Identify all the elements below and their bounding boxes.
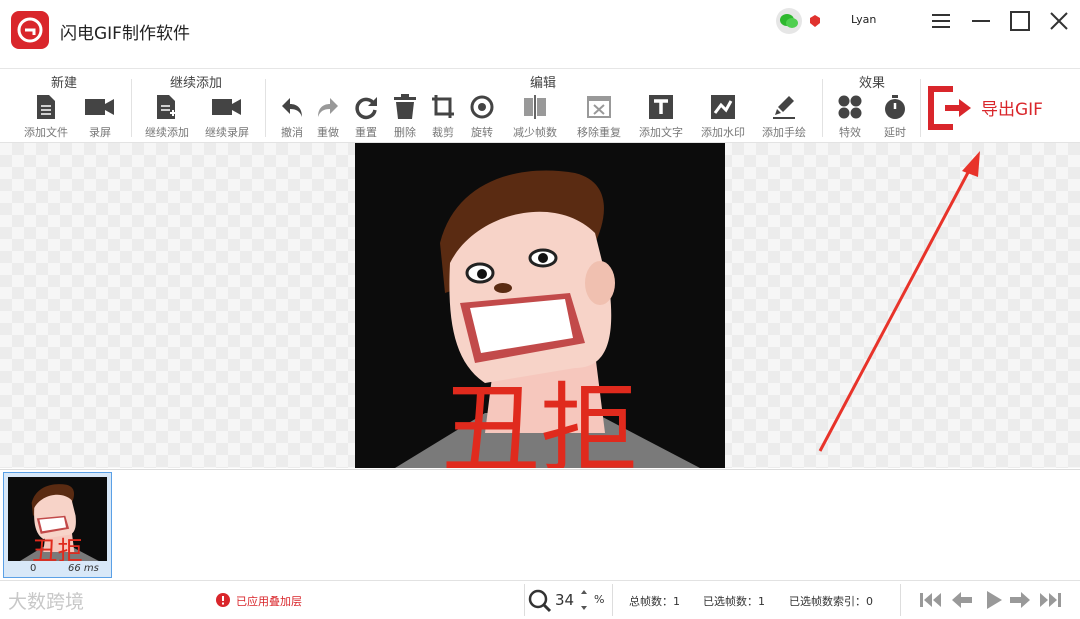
thumbnail-overlay-text: 丑拒 bbox=[32, 536, 83, 561]
next-frame-icon[interactable] bbox=[1009, 591, 1031, 609]
add-watermark-label: 添加水印 bbox=[701, 126, 745, 139]
reduce-frames-label: 减少帧数 bbox=[513, 126, 557, 139]
export-icon bbox=[928, 86, 971, 130]
rotate-label: 旋转 bbox=[471, 126, 493, 139]
add-watermark-button[interactable]: 添加水印 bbox=[693, 94, 753, 140]
remove-duplicate-label: 移除重复 bbox=[577, 126, 621, 139]
export-gif-button[interactable]: 导出GIF bbox=[925, 85, 1065, 131]
close-icon[interactable] bbox=[1048, 10, 1070, 32]
add-file-button[interactable]: 添加文件 bbox=[16, 94, 76, 140]
zoom-value[interactable]: 34 bbox=[555, 591, 574, 609]
watermark-icon bbox=[711, 95, 735, 119]
status-bar: 大数跨境 已应用叠加层 34 % 总帧数：1 已选帧数：1 已选帧数索引：0 bbox=[0, 580, 1080, 619]
add-file-icon bbox=[157, 95, 176, 119]
rotate-icon bbox=[470, 95, 494, 119]
menu-icon[interactable] bbox=[930, 10, 952, 32]
ribbon-toolbar: 新建 继续添加 编辑 效果 添加文件 录屏 继续添加 继续录屏 撤消 重做 重置… bbox=[0, 69, 1080, 143]
user-name[interactable]: Lyan bbox=[851, 13, 876, 26]
remove-duplicate-button[interactable]: 移除重复 bbox=[569, 94, 629, 140]
add-file-label: 添加文件 bbox=[24, 126, 68, 139]
rotate-button[interactable]: 旋转 bbox=[452, 94, 512, 140]
timer-icon bbox=[885, 95, 905, 119]
preview-canvas[interactable]: 丑拒 bbox=[0, 143, 1080, 468]
continue-record-label: 继续录屏 bbox=[205, 126, 249, 139]
export-gif-label: 导出GIF bbox=[981, 100, 1043, 120]
group-title-new: 新建 bbox=[51, 76, 78, 91]
annotation-arrow-icon bbox=[818, 151, 980, 452]
divider bbox=[612, 584, 613, 616]
frame-index: 0 bbox=[30, 563, 37, 574]
text-icon bbox=[649, 95, 673, 119]
minimize-icon[interactable] bbox=[970, 10, 992, 32]
effects-icon bbox=[838, 95, 862, 119]
continue-add-label: 继续添加 bbox=[145, 126, 189, 139]
zoom-unit: % bbox=[594, 593, 605, 606]
frame-thumbnail[interactable]: 丑拒 0 66 ms bbox=[3, 472, 112, 578]
camera-icon bbox=[85, 99, 114, 115]
record-screen-button[interactable]: 录屏 bbox=[70, 94, 130, 140]
add-brush-label: 添加手绘 bbox=[762, 126, 806, 139]
maximize-icon[interactable] bbox=[1009, 10, 1031, 32]
add-brush-button[interactable]: 添加手绘 bbox=[754, 94, 814, 140]
selected-frames: 已选帧数：1 bbox=[703, 595, 765, 608]
record-screen-label: 录屏 bbox=[89, 126, 111, 139]
reduce-frames-button[interactable]: 减少帧数 bbox=[505, 94, 565, 140]
zoom-stepper-icon[interactable] bbox=[580, 588, 588, 612]
selected-frame-index: 已选帧数索引：0 bbox=[789, 595, 873, 608]
brush-icon bbox=[773, 96, 795, 119]
wechat-icon[interactable] bbox=[776, 8, 802, 34]
watermark-text: 大数跨境 bbox=[8, 591, 85, 613]
continue-add-button[interactable]: 继续添加 bbox=[137, 94, 197, 140]
frame-thumbnail-image: 丑拒 bbox=[8, 477, 107, 561]
divider bbox=[131, 79, 132, 137]
frame-filmstrip: 丑拒 0 66 ms bbox=[0, 469, 1080, 580]
delay-button[interactable]: 延时 bbox=[865, 94, 925, 140]
remove-duplicate-icon bbox=[587, 96, 611, 118]
group-title-continue-add: 继续添加 bbox=[170, 76, 223, 91]
add-text-label: 添加文字 bbox=[639, 126, 683, 139]
reduce-frames-icon bbox=[524, 95, 546, 119]
zoom-icon[interactable] bbox=[528, 589, 552, 613]
first-frame-icon[interactable] bbox=[919, 591, 943, 609]
alert-icon bbox=[216, 593, 230, 607]
last-frame-icon[interactable] bbox=[1038, 591, 1062, 609]
app-title: 闪电GIF制作软件 bbox=[60, 24, 190, 44]
total-frames: 总帧数：1 bbox=[629, 595, 680, 608]
play-icon[interactable] bbox=[985, 590, 1003, 610]
delay-label: 延时 bbox=[884, 126, 906, 139]
file-icon bbox=[37, 95, 55, 119]
previous-frame-icon[interactable] bbox=[951, 591, 973, 609]
add-text-button[interactable]: 添加文字 bbox=[631, 94, 691, 140]
group-title-effects: 效果 bbox=[859, 76, 886, 91]
camera-icon bbox=[212, 99, 241, 115]
divider bbox=[524, 584, 525, 616]
vip-badge-icon[interactable] bbox=[808, 13, 822, 32]
continue-record-button[interactable]: 继续录屏 bbox=[197, 94, 257, 140]
divider bbox=[900, 584, 901, 616]
group-title-edit: 编辑 bbox=[530, 76, 557, 91]
overlay-applied-status: 已应用叠加层 bbox=[236, 595, 302, 608]
app-logo bbox=[11, 11, 49, 49]
frame-duration: 66 ms bbox=[68, 563, 99, 574]
title-bar: 闪电GIF制作软件 Lyan bbox=[0, 0, 1080, 69]
